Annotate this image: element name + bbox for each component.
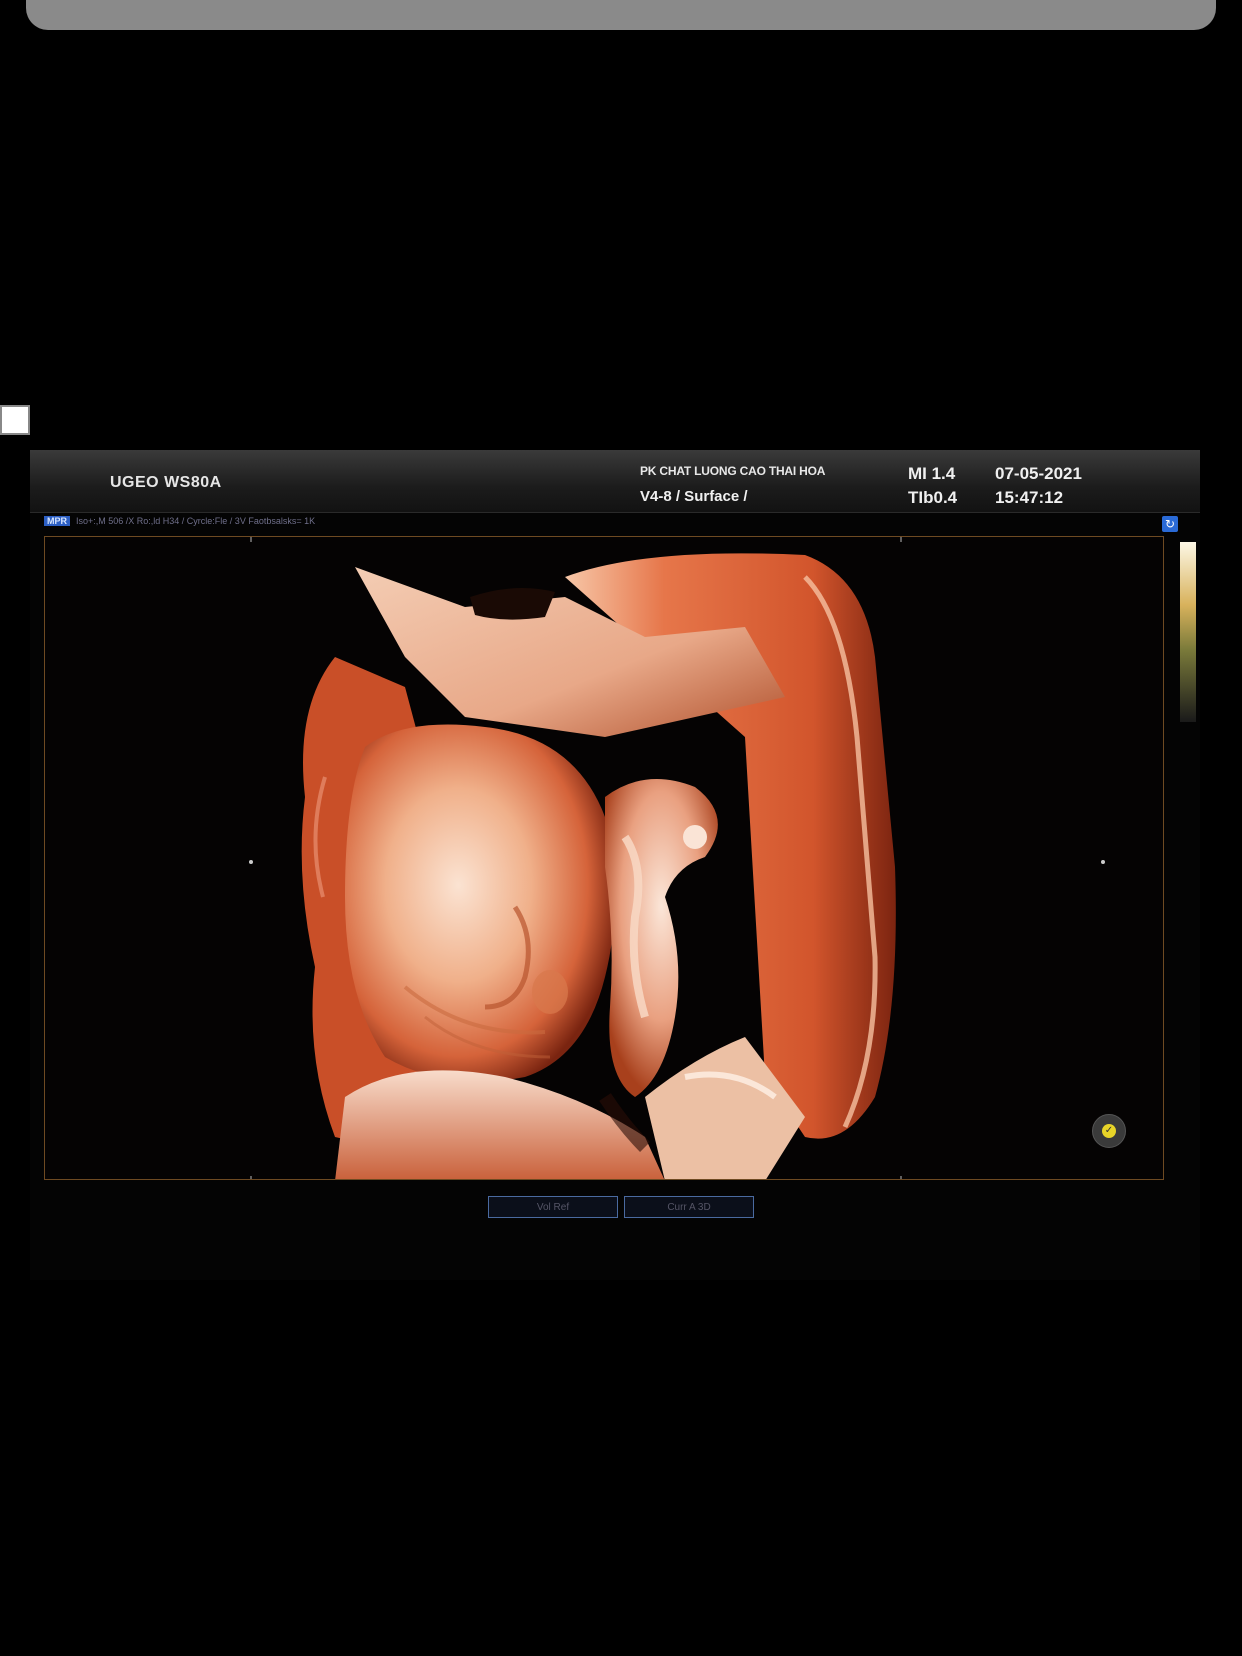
fetal-surface-render — [249, 537, 1105, 1179]
cycle-icon[interactable]: ↻ — [1162, 516, 1178, 532]
3d-render-view[interactable] — [44, 536, 1164, 1180]
ultrasound-screen: UGEO WS80A PK CHAT LUONG CAO THAI HOA V4… — [30, 450, 1200, 1280]
thermal-index: TIb0.4 — [908, 488, 958, 507]
view-tabs: Vol Ref Curr A 3D — [488, 1196, 754, 1220]
tab-vol-ref[interactable]: Vol Ref — [488, 1196, 618, 1218]
parameter-line: MPR Iso+:,M 506 /X Ro:,ld H34 / Cyrcle:Fl… — [44, 516, 315, 530]
device-model: UGEO WS80A — [110, 474, 222, 491]
check-icon[interactable]: ✓ — [1092, 1114, 1126, 1148]
tab-curr-3d[interactable]: Curr A 3D — [624, 1196, 754, 1218]
clinic-name: PK CHAT LUONG CAO THAI HOA — [640, 464, 826, 478]
gray-scale-bar — [1180, 542, 1196, 722]
parameter-text: Iso+:,M 506 /X Ro:,ld H34 / Cyrcle:Fle /… — [76, 516, 316, 526]
mechanical-index: MI 1.4 — [908, 464, 956, 483]
top-status-pill — [26, 0, 1216, 30]
page: UGEO WS80A PK CHAT LUONG CAO THAI HOA V4… — [0, 0, 1242, 1656]
scan-time: 15:47:12 — [995, 488, 1064, 507]
ultrasound-header: UGEO WS80A PK CHAT LUONG CAO THAI HOA V4… — [30, 450, 1200, 513]
corner-checkbox[interactable] — [0, 405, 30, 435]
mpr-tag[interactable]: MPR — [44, 516, 70, 526]
probe-mode: V4-8 / Surface / — [640, 488, 748, 505]
scan-date: 07-05-2021 — [995, 464, 1082, 483]
